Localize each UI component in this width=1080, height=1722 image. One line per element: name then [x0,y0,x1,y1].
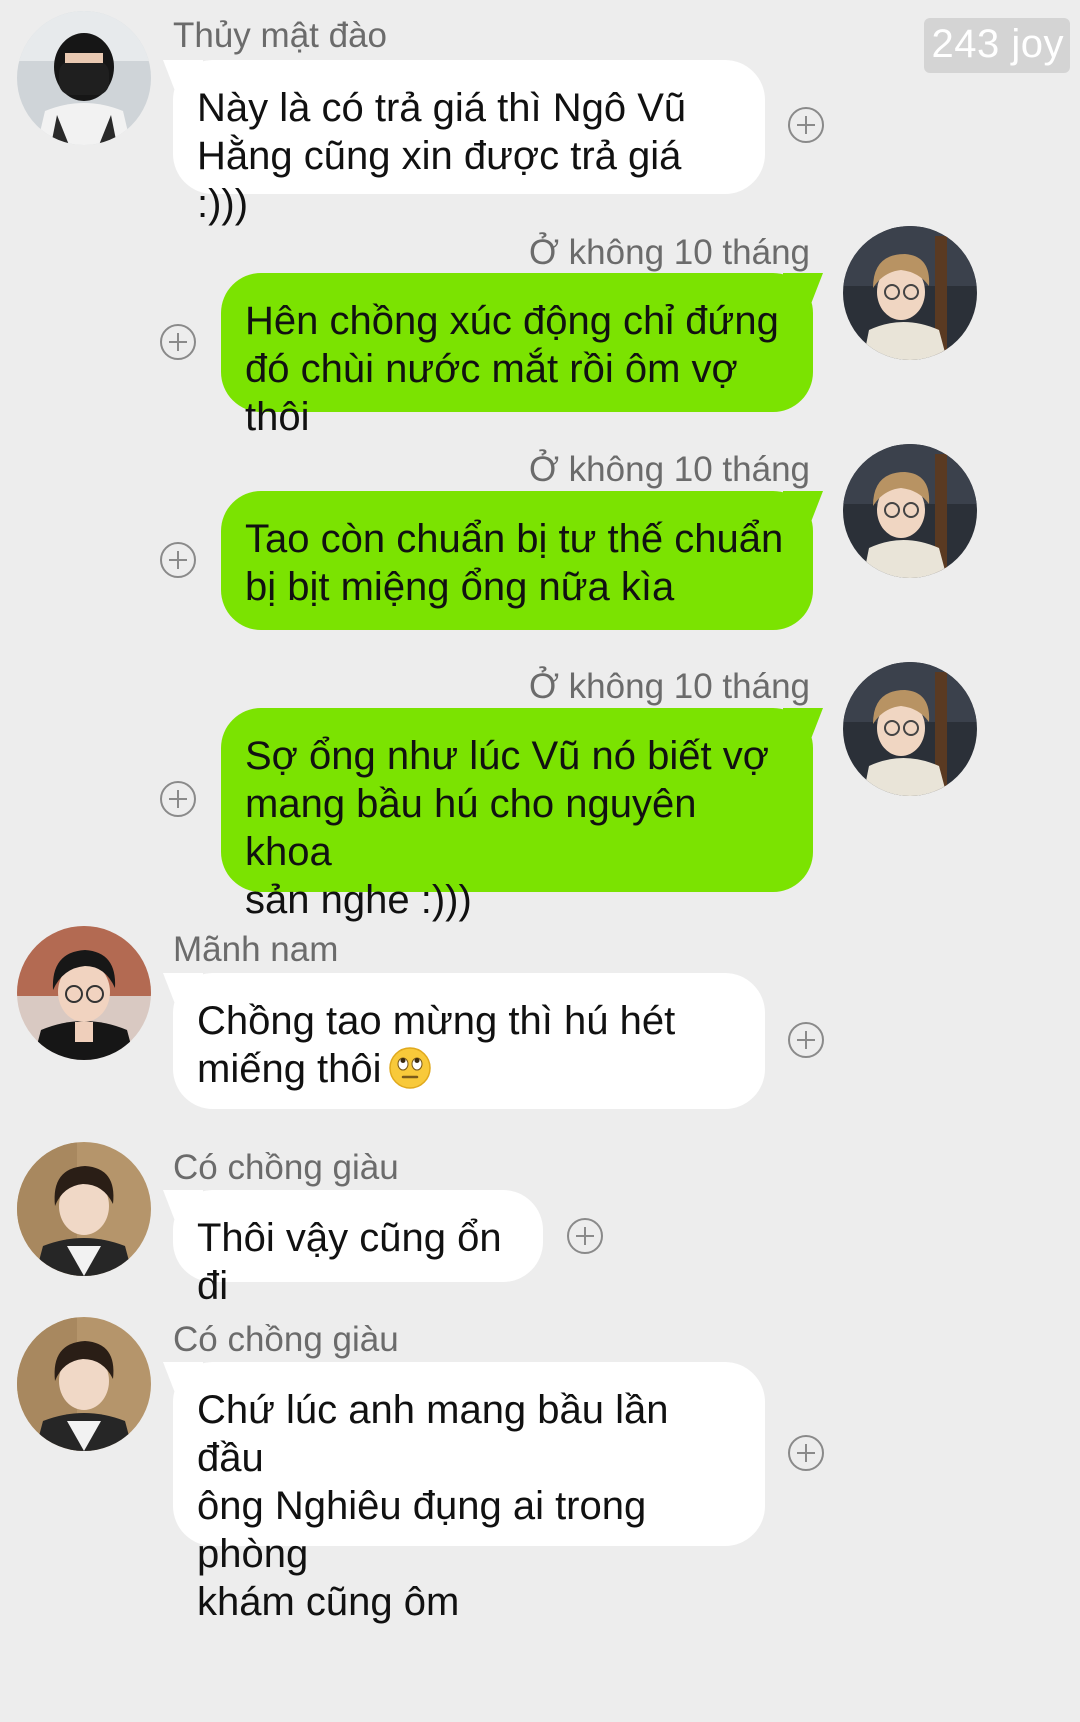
message-bubble[interactable]: Hên chồng xúc động chỉ đứng đó chùi nước… [221,273,813,439]
avatar-musician[interactable] [843,444,977,578]
sender-name: Ở không 10 tháng [528,450,810,489]
message-line: khám cũng ôm [197,1580,460,1624]
avatar-musician[interactable] [843,226,977,360]
message-line: Chồng tao mừng thì hú hét [197,999,676,1043]
sender-name: Ở không 10 tháng [528,233,810,272]
message-line: Chứ lúc anh mang bầu lần đầu [197,1388,669,1480]
plus-circle-icon[interactable] [160,781,196,817]
sender-name: Thủy mật đào [173,16,387,55]
message-line: Sợ ổng như lúc Vũ nó biết vợ [245,734,769,778]
message-bubble[interactable]: Sợ ổng như lúc Vũ nó biết vợ mang bầu hú… [221,708,813,922]
avatar-boy[interactable] [17,1317,151,1451]
message-line: Hên chồng xúc động chỉ đứng [245,299,779,343]
avatar-musician[interactable] [843,662,977,796]
avatar-young-man[interactable] [17,926,151,1060]
plus-circle-icon[interactable] [788,1022,824,1058]
eye-roll-emoji [388,1047,431,1089]
message-line: miếng thôi [197,1045,741,1093]
avatar-boy[interactable] [17,1142,151,1276]
message-line: Tao còn chuẩn bị tư thế chuẩn [245,517,784,561]
message-line: Này là có trả giá thì Ngô Vũ [197,86,687,130]
message-line-text: miếng thôi [197,1047,382,1091]
message-bubble[interactable]: Thôi vậy cũng ổn đi [173,1190,543,1308]
plus-circle-icon[interactable] [788,1435,824,1471]
sender-name: Ở không 10 tháng [528,667,810,706]
message-line: sản nghe :))) [245,878,472,922]
watermark: 243 joy [923,18,1070,73]
avatar-masked-person[interactable] [17,11,151,145]
message-line: bị bịt miệng ổng nữa kìa [245,565,675,609]
message-line: đó chùi nước mắt rồi ôm vợ thôi [245,347,738,439]
message-line: mang bầu hú cho nguyên khoa [245,782,697,874]
plus-circle-icon[interactable] [160,542,196,578]
message-line: Hằng cũng xin được trả giá :))) [197,134,682,226]
sender-name: Có chồng giàu [173,1320,399,1359]
message-line: Thôi vậy cũng ổn đi [197,1216,502,1308]
plus-circle-icon[interactable] [160,324,196,360]
message-line: ông Nghiêu đụng ai trong phòng [197,1484,647,1576]
sender-name: Mãnh nam [173,930,339,969]
message-bubble[interactable]: Này là có trả giá thì Ngô Vũ Hằng cũng x… [173,60,765,226]
plus-circle-icon[interactable] [788,107,824,143]
message-bubble[interactable]: Chồng tao mừng thì hú hét miếng thôi [173,973,765,1109]
sender-name: Có chồng giàu [173,1148,399,1187]
message-bubble[interactable]: Tao còn chuẩn bị tư thế chuẩn bị bịt miệ… [221,491,813,630]
message-bubble[interactable]: Chứ lúc anh mang bầu lần đầu ông Nghiêu … [173,1362,765,1624]
plus-circle-icon[interactable] [567,1218,603,1254]
